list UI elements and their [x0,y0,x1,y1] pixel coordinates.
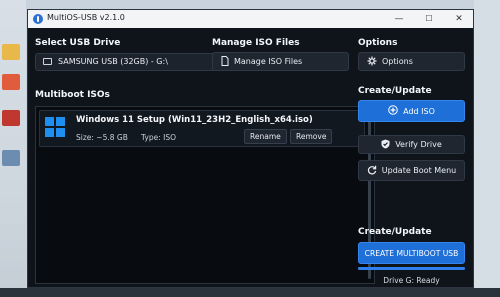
options-section-label: Options [358,38,398,48]
create-multiboot-usb-label: CREATE MULTIBOOT USB [364,248,459,258]
rename-button[interactable]: Rename [244,129,287,144]
document-icon [221,55,229,68]
desktop-background [0,0,26,297]
gear-icon [367,56,377,68]
maximize-button[interactable]: ☐ [415,11,443,27]
manage-section-label: Manage ISO Files [212,38,300,48]
iso-type: Type: ISO [141,133,177,142]
manage-iso-files-label: Manage ISO Files [234,57,303,66]
close-button[interactable]: ✕ [445,11,473,27]
desktop-background-right [474,0,500,297]
list-item[interactable]: Windows 11 Setup (Win11_23H2_English_x64… [39,110,365,147]
desktop-app-icon[interactable] [2,110,20,126]
progress-bar [358,267,465,270]
status-text: Drive G: Ready [383,276,440,285]
usb-drive-icon [43,58,52,65]
create-multiboot-usb-button[interactable]: CREATE MULTIBOOT USB [358,242,465,264]
create-update-section-label: Create/Update [358,86,432,96]
windows-logo-icon [45,117,65,137]
usb-section-label: Select USB Drive [35,38,121,48]
update-boot-menu-label: Update Boot Menu [381,166,457,175]
taskbar [0,288,500,297]
add-iso-label: Add ISO [403,106,435,116]
window-title: MultiOS-USB v2.1.0 [47,13,125,22]
shield-check-icon [381,139,390,151]
update-boot-menu-button[interactable]: Update Boot Menu [358,160,465,181]
usb-drive-select[interactable]: SAMSUNG USB (32GB) - G:\ ⌄ [35,53,231,71]
title-bar: MultiOS-USB v2.1.0 — ☐ ✕ [28,10,473,28]
verify-drive-button[interactable]: Verify Drive [358,135,465,154]
isos-section-label: Multiboot ISOs [35,90,110,100]
add-iso-button[interactable]: Add ISO [358,100,465,122]
options-button[interactable]: Options [358,52,465,71]
iso-name: Windows 11 Setup (Win11_23H2_English_x64… [76,115,313,125]
iso-list: Windows 11 Setup (Win11_23H2_English_x64… [35,106,375,284]
remove-button[interactable]: Remove [290,129,333,144]
desktop-folder-icon[interactable] [2,44,20,60]
plus-circle-icon [388,105,398,117]
app-window: MultiOS-USB v2.1.0 — ☐ ✕ Select USB Driv… [27,9,474,288]
create-update-section-label-2: Create/Update [358,227,432,237]
minimize-button[interactable]: — [385,11,413,27]
progress-bar-fill [358,267,465,270]
app-logo-icon [33,14,43,24]
desktop-app-icon[interactable] [2,74,20,90]
desktop-app-icon[interactable] [2,150,20,166]
verify-drive-label: Verify Drive [395,140,442,149]
options-label: Options [382,57,413,66]
iso-size: Size: ~5.8 GB [76,133,128,142]
refresh-icon [367,165,377,177]
manage-iso-files-button[interactable]: Manage ISO Files [212,52,349,71]
usb-drive-value: SAMSUNG USB (32GB) - G:\ [58,57,168,66]
